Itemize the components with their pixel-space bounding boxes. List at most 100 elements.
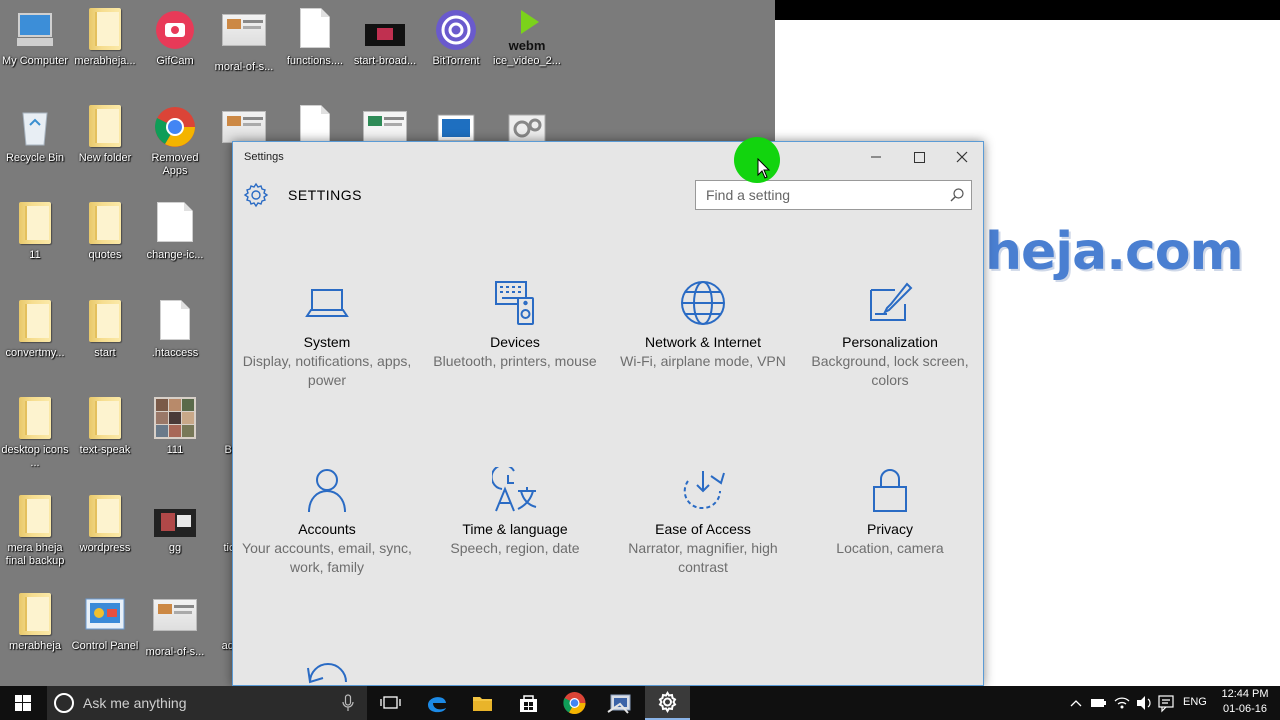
task-view-button[interactable] (368, 686, 413, 720)
desktop-icon-desktop-icons[interactable]: desktop icons ... (0, 397, 70, 470)
gear-icon (658, 691, 677, 713)
task-view-icon (380, 696, 401, 709)
tile-system-desc: Display, notifications, apps, power (242, 353, 412, 388)
desktop-icon-gifcam[interactable]: GifCam (140, 8, 210, 68)
desktop-icon-merabheja[interactable]: merabheja (0, 593, 70, 653)
tile-time-language-name: Time & language (462, 521, 568, 537)
desktop-icon-convertmy[interactable]: convertmy... (0, 300, 70, 360)
file-icon (210, 495, 230, 539)
tile-ease-of-access-name: Ease of Access (655, 521, 751, 537)
desktop-icon-start-broad[interactable]: start-broad... (350, 8, 420, 68)
ease-of-access-icon (683, 471, 725, 510)
desktop-icon-quotes[interactable]: quotes (70, 202, 140, 262)
tile-privacy[interactable]: Privacy Location, camera (800, 467, 980, 558)
folder-icon (13, 300, 57, 344)
desktop-icon-removed-apps[interactable]: Removed Apps (140, 105, 210, 178)
start-button[interactable] (0, 686, 46, 720)
desktop-icon-moral-of-s[interactable]: moral-of-s... (209, 8, 279, 74)
search-icon[interactable] (949, 187, 965, 203)
battery-icon[interactable] (1088, 686, 1108, 720)
tile-ease-of-access[interactable]: Ease of Access Narrator, magnifier, high… (613, 467, 793, 577)
desktop-icon-change-ic[interactable]: change-ic... (140, 202, 210, 262)
tile-time-language[interactable]: Time & language Speech, region, date (425, 467, 605, 558)
taskbar-edge-button[interactable] (414, 686, 459, 720)
update-security-icon[interactable] (304, 654, 352, 686)
desktop-icon-control-panel[interactable]: Control Panel (70, 593, 140, 653)
desktop-icon-wordpress[interactable]: wordpress (70, 495, 140, 555)
window-title: Settings (244, 151, 284, 163)
desktop-icon-htaccess[interactable]: .htaccess (140, 300, 210, 360)
desktop-icon-11[interactable]: 11 (0, 202, 70, 262)
desktop-icon-bittorrent[interactable]: BitTorrent (421, 8, 491, 68)
image-file-icon (222, 14, 266, 58)
close-button[interactable] (939, 142, 983, 172)
tile-personalization-name: Personalization (842, 334, 938, 350)
paintbrush-icon (870, 282, 913, 321)
wifi-icon[interactable] (1112, 686, 1132, 720)
file-icon (210, 593, 230, 637)
taskbar-file-explorer-button[interactable] (460, 686, 505, 720)
tile-privacy-desc: Location, camera (836, 540, 944, 556)
globe-icon (681, 281, 725, 325)
recycle-bin-icon (13, 105, 57, 149)
input-language-indicator[interactable]: ENG (1183, 696, 1207, 708)
clock-date[interactable]: 01-06-16 (1220, 703, 1270, 715)
taskbar-chrome-button[interactable] (552, 686, 597, 720)
folder-icon (13, 495, 57, 539)
chevron-up-icon[interactable] (1066, 686, 1086, 720)
folder-icon (13, 593, 57, 637)
tile-devices-name: Devices (490, 334, 540, 350)
video-thumbnail-icon (153, 495, 197, 539)
desktop-icon-new-folder[interactable]: New folder (70, 105, 140, 165)
desktop-icon-text-speak[interactable]: text-speak (70, 397, 140, 457)
microphone-icon[interactable] (342, 694, 354, 712)
desktop-icon-start[interactable]: start (70, 300, 140, 360)
screen-capture-icon (607, 694, 631, 714)
tile-system[interactable]: System Display, notifications, apps, pow… (237, 280, 417, 390)
tile-ease-of-access-desc: Narrator, magnifier, high contrast (628, 540, 778, 575)
chrome-icon (563, 692, 586, 714)
tile-accounts[interactable]: Accounts Your accounts, email, sync, wor… (237, 467, 417, 577)
folder-icon (83, 202, 127, 246)
volume-icon[interactable] (1134, 686, 1154, 720)
minimize-button[interactable] (853, 142, 899, 172)
tile-time-language-desc: Speech, region, date (450, 540, 580, 556)
tile-privacy-name: Privacy (867, 521, 913, 537)
maximize-button[interactable] (896, 142, 942, 172)
taskbar-store-button[interactable] (506, 686, 551, 720)
bittorrent-icon (434, 8, 478, 52)
document-icon (293, 8, 337, 52)
search-box[interactable] (695, 180, 972, 210)
desktop-icon-ice-video[interactable]: webm ice_video_2... (492, 8, 562, 68)
maximize-icon (914, 152, 925, 163)
desktop-icon-my-computer[interactable]: My Computer (0, 8, 70, 68)
site-watermark: heja.com (985, 222, 1244, 282)
tile-devices[interactable]: Devices Bluetooth, printers, mouse (425, 280, 605, 371)
cortana-search-box[interactable]: Ask me anything (47, 686, 367, 720)
desktop-icon-recycle-bin[interactable]: Recycle Bin (0, 105, 70, 165)
folder-icon (13, 397, 57, 441)
taskbar-settings-button[interactable] (645, 686, 690, 720)
tile-network-internet[interactable]: Network & Internet Wi-Fi, airplane mode,… (613, 280, 793, 371)
tile-network-name: Network & Internet (645, 334, 761, 350)
desktop-icon-functions[interactable]: functions.... (280, 8, 350, 68)
person-icon (308, 469, 346, 513)
file-icon (208, 397, 228, 441)
lock-icon (873, 469, 907, 512)
photo-collage-icon (153, 397, 197, 441)
edge-icon (428, 697, 446, 713)
taskbar-app-button[interactable] (598, 686, 643, 720)
title-bar[interactable]: Settings (233, 142, 983, 172)
folder-icon (83, 495, 127, 539)
clock-time[interactable]: 12:44 PM (1220, 688, 1270, 700)
desktop-icon-mera-bheja-final-backup[interactable]: mera bheja final backup (0, 495, 70, 568)
tile-network-desc: Wi-Fi, airplane mode, VPN (620, 353, 786, 369)
search-input[interactable] (696, 181, 946, 209)
document-icon (153, 202, 197, 246)
document-icon (153, 300, 197, 344)
desktop-icon-merabheja-folder[interactable]: merabheja... (70, 8, 140, 68)
tile-personalization[interactable]: Personalization Background, lock screen,… (800, 280, 980, 390)
windows-logo-icon (15, 695, 31, 711)
devices-icon (495, 281, 534, 325)
action-center-icon[interactable] (1156, 686, 1176, 720)
